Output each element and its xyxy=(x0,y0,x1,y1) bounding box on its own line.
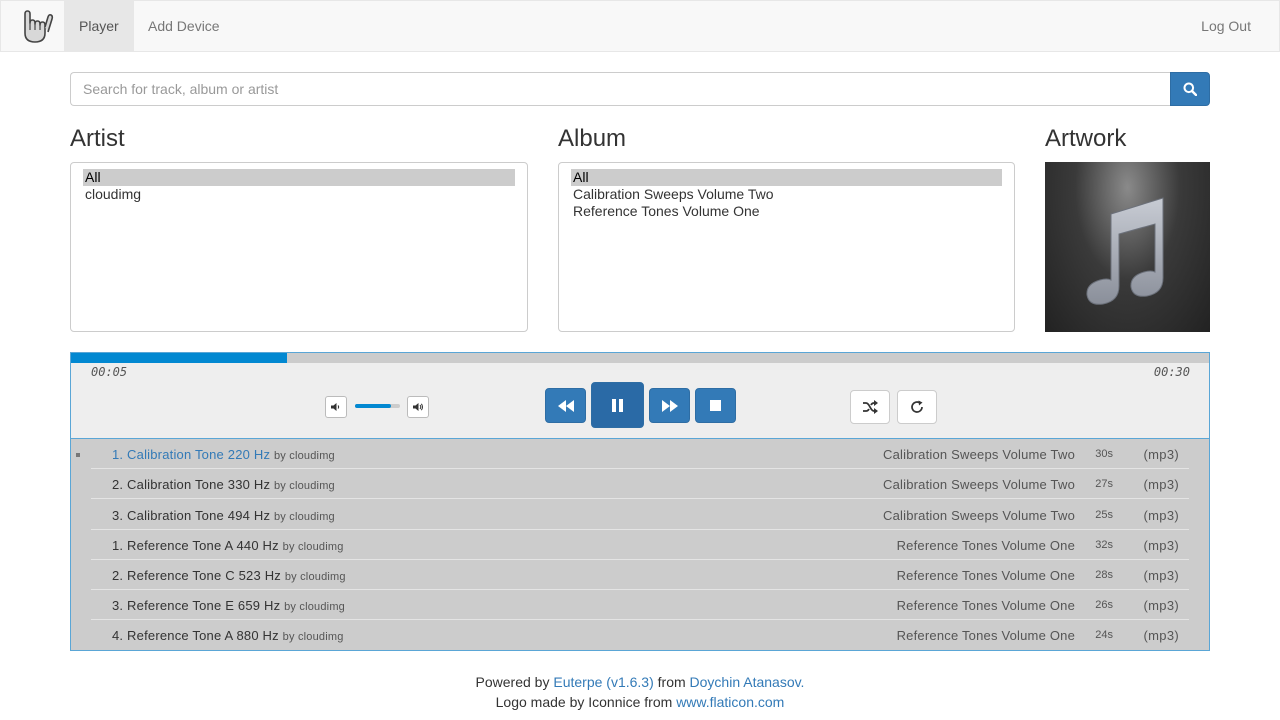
previous-button[interactable] xyxy=(545,388,586,423)
track-album: Calibration Sweeps Volume Two xyxy=(883,508,1075,523)
album-select[interactable]: All Calibration Sweeps Volume Two Refere… xyxy=(558,162,1015,332)
track-duration: 27s xyxy=(1095,478,1113,490)
track-artist: by cloudimg xyxy=(284,601,346,613)
volume-down-button[interactable] xyxy=(325,396,347,418)
playlist-track[interactable]: 1. Calibration Tone 220 Hz by cloudimg C… xyxy=(76,439,1189,469)
track-title[interactable]: 3. Reference Tone E 659 Hz xyxy=(112,598,280,613)
track-duration: 30s xyxy=(1095,448,1113,460)
track-artist: by cloudimg xyxy=(282,541,344,553)
rock-hand-icon[interactable] xyxy=(15,6,55,46)
track-duration: 24s xyxy=(1095,629,1113,641)
shuffle-icon xyxy=(863,400,878,414)
album-option-all[interactable]: All xyxy=(571,169,1002,186)
track-duration: 32s xyxy=(1095,539,1113,551)
playlist-track[interactable]: 3. Calibration Tone 494 Hz by cloudimg C… xyxy=(91,500,1189,530)
track-artist: by cloudimg xyxy=(284,571,346,583)
fast-forward-icon xyxy=(661,399,678,412)
footer: Powered by Euterpe (v1.6.3) from Doychin… xyxy=(0,672,1280,712)
playlist-track[interactable]: 2. Reference Tone C 523 Hz by cloudimg R… xyxy=(91,560,1189,590)
now-playing-marker xyxy=(76,453,80,457)
repeat-icon xyxy=(911,400,923,413)
track-album: Reference Tones Volume One xyxy=(896,628,1075,643)
volume-fill xyxy=(355,404,391,408)
track-duration: 26s xyxy=(1095,599,1113,611)
playlist-track[interactable]: 3. Reference Tone E 659 Hz by cloudimg R… xyxy=(91,590,1189,620)
track-artist: by cloudimg xyxy=(273,480,335,492)
track-artist: by cloudimg xyxy=(273,450,335,462)
playlist-track[interactable]: 1. Reference Tone A 440 Hz by cloudimg R… xyxy=(91,530,1189,560)
artist-select[interactable]: All cloudimg xyxy=(70,162,528,332)
rewind-icon xyxy=(557,399,574,412)
player-panel: 00:05 00:30 xyxy=(70,352,1210,439)
track-title[interactable]: 3. Calibration Tone 494 Hz xyxy=(112,508,270,523)
track-album: Reference Tones Volume One xyxy=(896,538,1075,553)
album-option-reference[interactable]: Reference Tones Volume One xyxy=(571,203,1002,220)
artwork-heading: Artwork xyxy=(1045,125,1127,152)
volume-up-icon xyxy=(413,403,423,411)
track-album: Calibration Sweeps Volume Two xyxy=(883,477,1075,492)
track-title[interactable]: 1. Calibration Tone 220 Hz xyxy=(112,447,270,462)
track-album: Calibration Sweeps Volume Two xyxy=(883,447,1075,462)
track-format: (mp3) xyxy=(1143,538,1179,553)
playlist-track[interactable]: 4. Reference Tone A 880 Hz by cloudimg R… xyxy=(91,620,1189,650)
volume-down-icon xyxy=(331,403,340,411)
track-format: (mp3) xyxy=(1143,447,1179,462)
track-format: (mp3) xyxy=(1143,477,1179,492)
artist-option-all[interactable]: All xyxy=(83,169,515,186)
pause-icon xyxy=(612,398,623,412)
navbar: Player Add Device Log Out xyxy=(0,0,1280,52)
progress-bar[interactable] xyxy=(71,353,1209,363)
volume-up-button[interactable] xyxy=(407,396,429,418)
nav-player[interactable]: Player xyxy=(64,1,134,51)
pause-button[interactable] xyxy=(591,382,644,428)
track-format: (mp3) xyxy=(1143,568,1179,583)
track-title[interactable]: 1. Reference Tone A 440 Hz xyxy=(112,538,279,553)
powered-by-text: Powered by xyxy=(475,674,550,690)
next-button[interactable] xyxy=(649,388,690,423)
progress-fill xyxy=(71,353,288,363)
volume-slider[interactable] xyxy=(355,404,400,408)
flaticon-link[interactable]: www.flaticon.com xyxy=(676,694,784,710)
track-title[interactable]: 4. Reference Tone A 880 Hz xyxy=(112,628,279,643)
track-artist: by cloudimg xyxy=(282,631,344,643)
stop-icon xyxy=(710,400,721,411)
nav-add-device[interactable]: Add Device xyxy=(133,1,235,51)
current-time: 00:05 xyxy=(91,365,128,379)
track-format: (mp3) xyxy=(1143,598,1179,613)
artwork-image xyxy=(1045,162,1210,332)
music-note-icon xyxy=(1086,197,1164,305)
repeat-button[interactable] xyxy=(897,390,937,424)
track-artist: by cloudimg xyxy=(273,511,335,523)
total-time: 00:30 xyxy=(1153,365,1190,379)
artist-option-cloudimg[interactable]: cloudimg xyxy=(83,186,515,203)
track-title[interactable]: 2. Reference Tone C 523 Hz xyxy=(112,568,281,583)
album-heading: Album xyxy=(558,125,627,152)
stop-button[interactable] xyxy=(695,388,736,423)
track-title[interactable]: 2. Calibration Tone 330 Hz xyxy=(112,477,270,492)
playlist-track[interactable]: 2. Calibration Tone 330 Hz by cloudimg C… xyxy=(91,469,1189,499)
track-duration: 25s xyxy=(1095,509,1113,521)
album-option-calibration[interactable]: Calibration Sweeps Volume Two xyxy=(571,186,1002,203)
logout-link[interactable]: Log Out xyxy=(1201,1,1251,51)
search-input[interactable] xyxy=(70,72,1171,106)
search-button[interactable] xyxy=(1170,72,1210,106)
track-duration: 28s xyxy=(1095,569,1113,581)
track-format: (mp3) xyxy=(1143,508,1179,523)
from-text: from xyxy=(657,674,686,690)
track-format: (mp3) xyxy=(1143,628,1179,643)
search-icon xyxy=(1183,82,1197,96)
artist-heading: Artist xyxy=(70,125,125,152)
logo-credit-text: Logo made by Iconnice from xyxy=(495,694,673,710)
track-album: Reference Tones Volume One xyxy=(896,598,1075,613)
shuffle-button[interactable] xyxy=(850,390,890,424)
euterpe-link[interactable]: Euterpe (v1.6.3) xyxy=(553,674,653,690)
playlist: 1. Calibration Tone 220 Hz by cloudimg C… xyxy=(70,438,1210,651)
track-album: Reference Tones Volume One xyxy=(896,568,1075,583)
author-link[interactable]: Doychin Atanasov. xyxy=(690,674,805,690)
